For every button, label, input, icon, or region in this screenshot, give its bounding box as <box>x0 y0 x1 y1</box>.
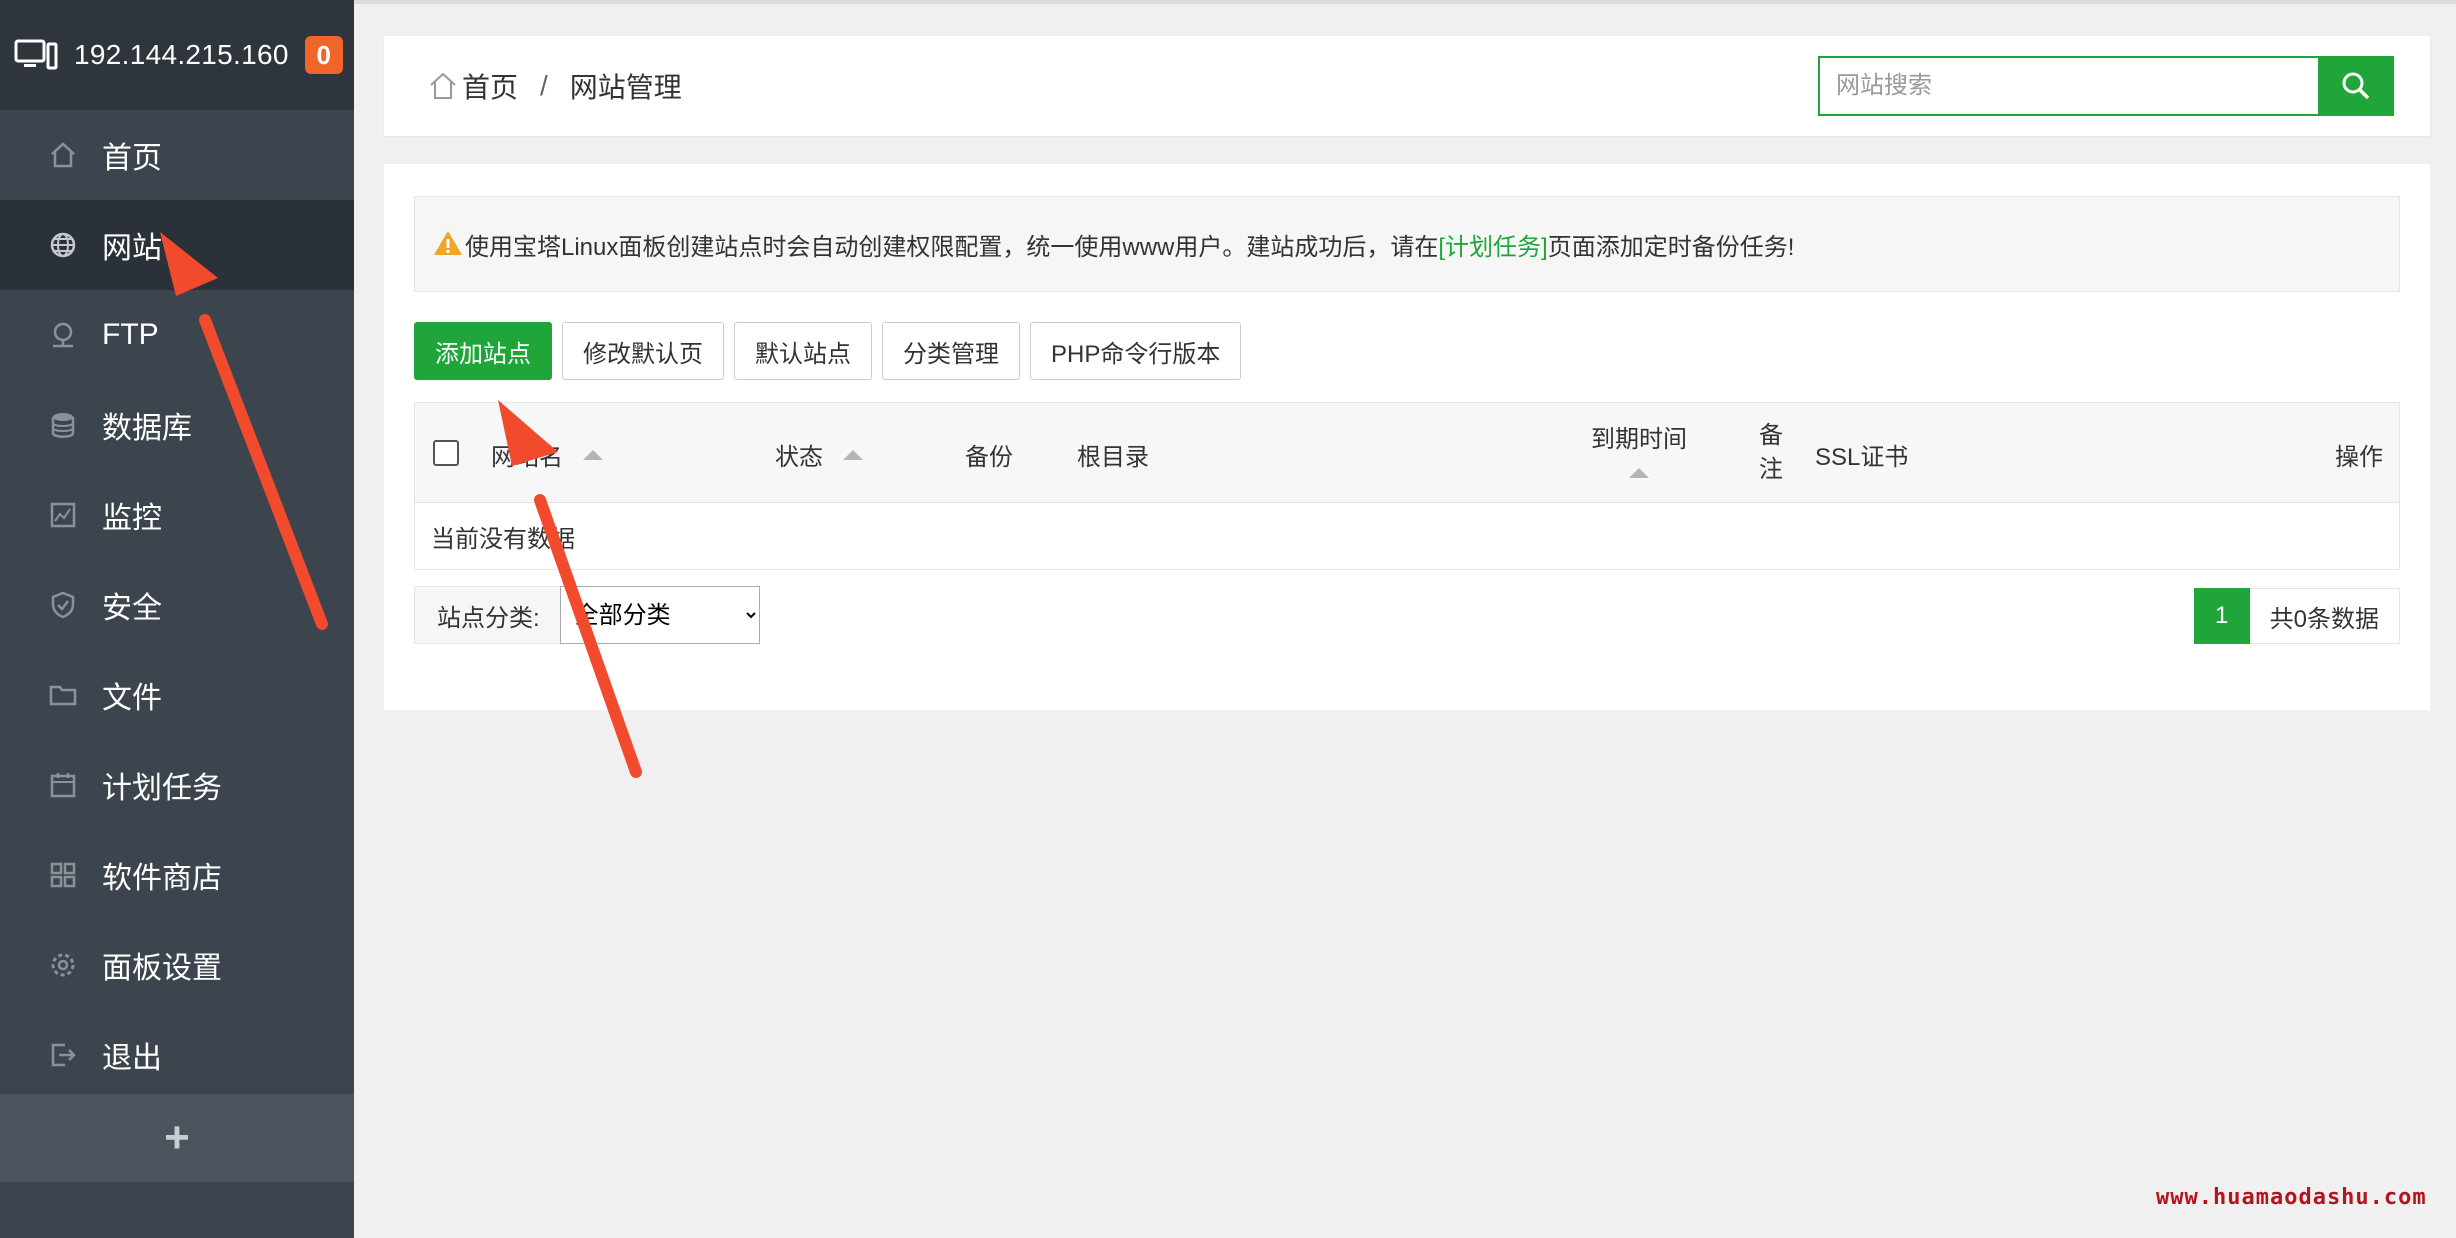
notification-badge[interactable]: 0 <box>304 36 343 74</box>
site-management-panel: 使用宝塔Linux面板创建站点时会自动创建权限配置，统一使用www用户。建站成功… <box>384 164 2430 710</box>
sidebar: 192.144.215.160 0 首页 网站 FTP 数据库 监控 安全 文件… <box>0 0 354 1238</box>
select-all-checkbox[interactable] <box>433 440 459 466</box>
sidebar-item-cron[interactable]: 计划任务 <box>0 740 354 830</box>
sidebar-item-label: 退出 <box>102 1042 162 1075</box>
gear-icon <box>48 950 78 980</box>
column-remark-label-2: 注 <box>1759 456 1783 483</box>
search-icon <box>2342 72 2370 100</box>
sort-asc-icon <box>1629 468 1649 478</box>
search-button[interactable] <box>2318 56 2394 116</box>
notice-banner: 使用宝塔Linux面板创建站点时会自动创建权限配置，统一使用www用户。建站成功… <box>414 196 2400 292</box>
column-status-label: 状态 <box>775 444 823 471</box>
total-count: 共0条数据 <box>2249 588 2400 644</box>
notice-text-end: 页面添加定时备份任务! <box>1547 233 1795 261</box>
watermark: www.huamaodashu.com <box>2156 1185 2427 1210</box>
table-header: 网站名 状态 备份 根目录 到期时间 备 注 SSL证书 操作 <box>415 403 2399 503</box>
column-remark-label-1: 备 <box>1759 422 1783 449</box>
column-status[interactable]: 状态 <box>775 437 863 472</box>
sidebar-item-database[interactable]: 数据库 <box>0 380 354 470</box>
column-root-label: 根目录 <box>1077 444 1149 471</box>
database-icon <box>48 410 78 440</box>
sidebar-item-monitor[interactable]: 监控 <box>0 470 354 560</box>
warning-icon <box>434 231 462 255</box>
sidebar-item-home[interactable]: 首页 <box>0 110 354 200</box>
php-cli-version-button[interactable]: PHP命令行版本 <box>1030 322 1242 380</box>
column-domain[interactable]: 网站名 <box>491 437 603 472</box>
edit-default-page-button[interactable]: 修改默认页 <box>562 322 724 380</box>
category-select[interactable]: 全部分类 <box>559 586 760 644</box>
sidebar-item-label: 计划任务 <box>102 772 222 805</box>
breadcrumb-home-link[interactable]: 首页 <box>462 66 518 106</box>
column-backup-label: 备份 <box>965 444 1013 471</box>
column-ssl-label: SSL证书 <box>1815 444 1909 471</box>
breadcrumb: 首页 / 网站管理 <box>428 36 682 136</box>
server-header: 192.144.215.160 0 <box>0 0 354 110</box>
sidebar-item-label: FTP <box>102 318 159 351</box>
ftp-icon <box>48 320 78 350</box>
folder-icon <box>48 680 78 710</box>
column-action-label: 操作 <box>2335 444 2383 471</box>
sidebar-item-label: 网站 <box>102 232 162 265</box>
add-site-button[interactable]: 添加站点 <box>414 322 552 380</box>
category-filter-label: 站点分类: <box>414 586 560 644</box>
sidebar-item-files[interactable]: 文件 <box>0 650 354 740</box>
column-expire[interactable]: 到期时间 <box>1591 419 1687 478</box>
category-filter: 站点分类: 全部分类 <box>414 586 760 644</box>
toolbar: 添加站点 修改默认页 默认站点 分类管理 PHP命令行版本 <box>414 322 1242 380</box>
site-search <box>1818 56 2394 116</box>
sidebar-menu: 首页 网站 FTP 数据库 监控 安全 文件 计划任务 软件商店 面板设置 退出 <box>0 110 354 1100</box>
sites-table: 网站名 状态 备份 根目录 到期时间 备 注 SSL证书 操作 当前没有数据 <box>414 402 2400 570</box>
sidebar-item-label: 安全 <box>102 592 162 625</box>
table-empty-row: 当前没有数据 <box>415 503 2399 569</box>
cron-task-link[interactable]: [计划任务] <box>1438 227 1547 262</box>
home-icon <box>48 140 78 170</box>
sidebar-item-settings[interactable]: 面板设置 <box>0 920 354 1010</box>
calendar-icon <box>48 770 78 800</box>
search-input[interactable] <box>1818 56 2318 116</box>
pagination: 1 共0条数据 <box>2193 588 2400 644</box>
sidebar-item-ftp[interactable]: FTP <box>0 290 354 380</box>
notice-text: 使用宝塔Linux面板创建站点时会自动创建权限配置，统一使用www用户。建站成功… <box>465 233 1439 261</box>
server-ip: 192.144.215.160 <box>74 39 289 70</box>
sidebar-item-label: 监控 <box>102 502 162 535</box>
sidebar-item-security[interactable]: 安全 <box>0 560 354 650</box>
sidebar-item-label: 面板设置 <box>102 952 222 985</box>
sidebar-item-website[interactable]: 网站 <box>0 200 354 290</box>
top-divider <box>354 0 2456 4</box>
globe-icon <box>48 230 78 260</box>
sidebar-add-button[interactable]: + <box>0 1094 354 1182</box>
sidebar-item-label: 软件商店 <box>102 862 222 895</box>
apps-grid-icon <box>48 860 78 890</box>
breadcrumb-panel: 首页 / 网站管理 <box>384 36 2430 136</box>
sidebar-item-label: 数据库 <box>102 412 192 445</box>
logout-icon <box>48 1040 78 1070</box>
sidebar-item-store[interactable]: 软件商店 <box>0 830 354 920</box>
page-1-button[interactable]: 1 <box>2193 588 2250 644</box>
category-manage-button[interactable]: 分类管理 <box>882 322 1020 380</box>
sidebar-item-label: 首页 <box>102 142 162 175</box>
sort-asc-icon <box>583 449 603 460</box>
home-icon <box>430 72 456 99</box>
sidebar-item-label: 文件 <box>102 682 162 715</box>
sort-asc-icon <box>843 449 863 460</box>
default-site-button[interactable]: 默认站点 <box>734 322 872 380</box>
sidebar-item-logout[interactable]: 退出 <box>0 1010 354 1100</box>
breadcrumb-current: 网站管理 <box>569 72 682 103</box>
breadcrumb-separator: / <box>540 70 548 101</box>
computer-icon <box>14 39 58 70</box>
shield-icon <box>48 590 78 620</box>
monitor-chart-icon <box>48 500 78 530</box>
column-expire-label: 到期时间 <box>1591 426 1687 453</box>
column-domain-label: 网站名 <box>491 444 563 471</box>
empty-text: 当前没有数据 <box>431 525 575 553</box>
